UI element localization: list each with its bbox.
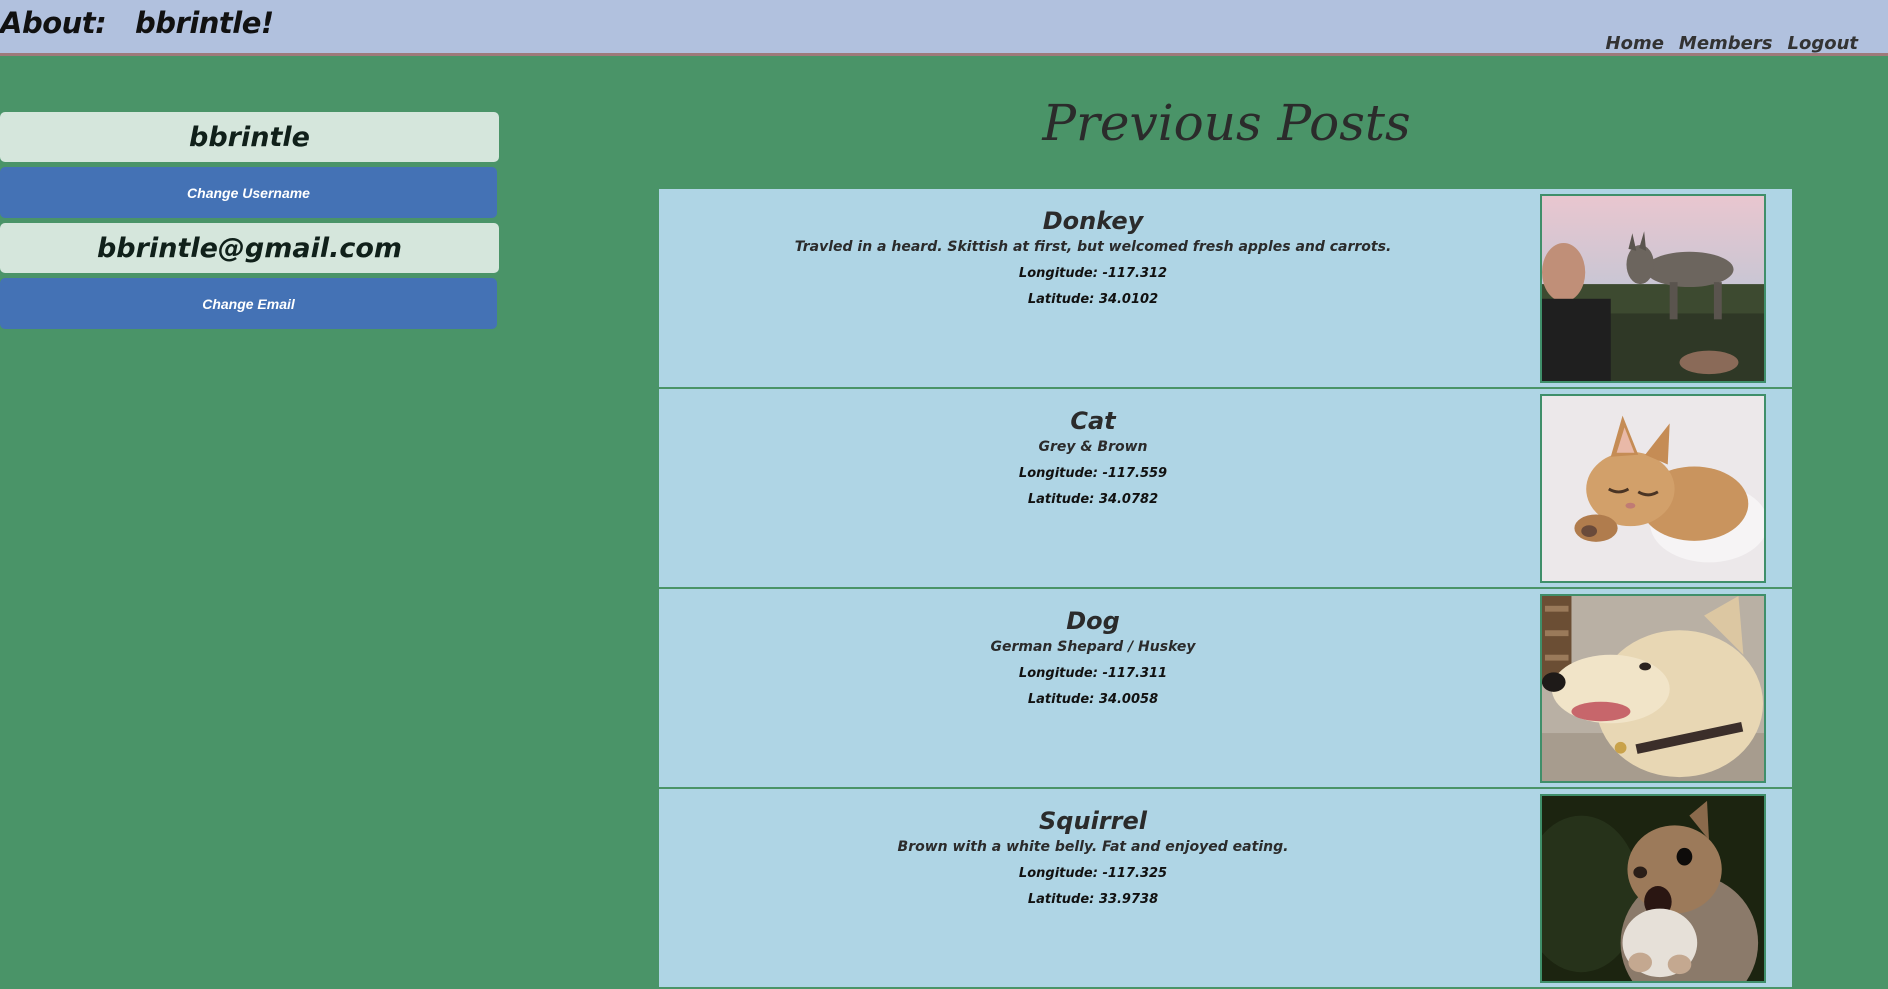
post-card: Squirrel Brown with a white belly. Fat a… [659,789,1792,987]
post-latitude: Latitude: 34.0058 [1027,692,1159,707]
post-title: Donkey [1042,207,1144,235]
post-details: Cat Grey & Brown Longitude: -117.559 Lat… [659,389,1527,509]
change-email-button[interactable]: Change Email [0,278,497,329]
posts-heading: Previous Posts [1042,94,1411,152]
nav-link-members[interactable]: Members [1679,33,1773,54]
post-details: Dog German Shepard / Huskey Longitude: -… [659,589,1527,709]
post-description: Travled in a heard. Skittish at first, b… [794,239,1392,255]
donkey-photo [1540,194,1766,383]
page-title: About: bbrintle! [0,6,274,40]
post-description: Brown with a white belly. Fat and enjoye… [897,839,1289,855]
post-longitude: Longitude: -117.311 [1018,666,1168,681]
username-display: bbrintle [0,112,499,162]
post-latitude: Latitude: 34.0782 [1027,492,1159,507]
post-title: Dog [1066,607,1120,635]
post-description: German Shepard / Huskey [990,639,1196,655]
post-card: Dog German Shepard / Huskey Longitude: -… [659,589,1792,787]
cat-photo [1540,394,1766,583]
squirrel-photo [1540,794,1766,983]
post-title: Cat [1070,407,1116,435]
profile-sidebar: bbrintle Change Username bbrintle@gmail.… [0,112,499,334]
posts-list: Donkey Travled in a heard. Skittish at f… [659,189,1792,989]
nav-link-logout[interactable]: Logout [1787,33,1858,54]
dog-photo [1540,594,1766,783]
post-longitude: Longitude: -117.559 [1018,466,1168,481]
post-card: Donkey Travled in a heard. Skittish at f… [659,189,1792,387]
site-header: About: bbrintle! Home Members Logout [0,0,1888,56]
post-longitude: Longitude: -117.325 [1018,866,1168,881]
post-latitude: Latitude: 34.0102 [1027,292,1159,307]
post-title: Squirrel [1039,807,1147,835]
nav-link-home[interactable]: Home [1606,33,1664,54]
post-details: Squirrel Brown with a white belly. Fat a… [659,789,1527,909]
post-card: Cat Grey & Brown Longitude: -117.559 Lat… [659,389,1792,587]
post-description: Grey & Brown [1038,439,1148,455]
post-details: Donkey Travled in a heard. Skittish at f… [659,189,1527,309]
post-longitude: Longitude: -117.312 [1018,266,1168,281]
post-latitude: Latitude: 33.9738 [1027,892,1159,907]
email-display: bbrintle@gmail.com [0,223,499,273]
change-username-button[interactable]: Change Username [0,167,497,218]
top-nav: Home Members Logout [1606,33,1858,54]
